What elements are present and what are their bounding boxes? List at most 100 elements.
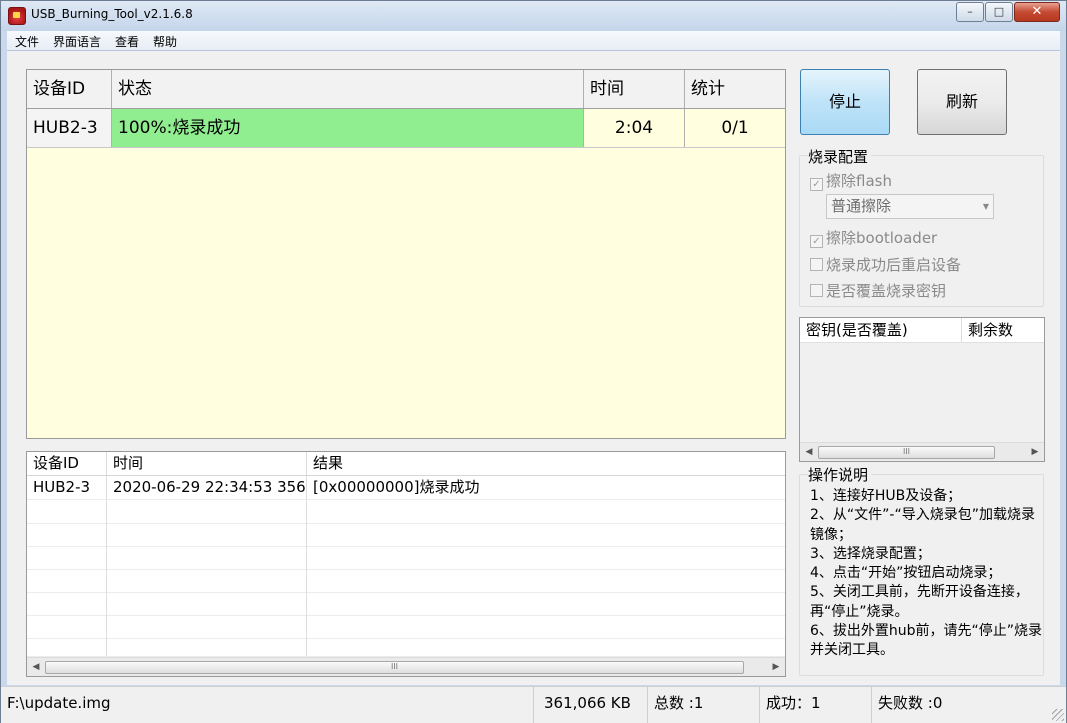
col-device-id[interactable]: 设备ID — [27, 70, 112, 108]
device-id-cell: HUB2-3 — [27, 109, 112, 147]
key-table: 密钥(是否覆盖) 剩余数 ◀ III ▶ — [799, 317, 1045, 462]
log-row-empty — [27, 523, 785, 547]
empty-cell — [107, 592, 307, 615]
help-line: 5、关闭工具前，先断开设备连接，再“停止”烧录。 — [810, 584, 1029, 620]
scroll-thumb[interactable]: III — [818, 446, 995, 459]
empty-cell — [307, 546, 785, 569]
empty-cell — [107, 638, 307, 656]
help-line: 2、从“文件”-“导入烧录包”加载烧录镜像； — [810, 507, 1035, 543]
help-instructions: 1、连接好HUB及设备； 2、从“文件”-“导入烧录包”加载烧录镜像； 3、选择… — [810, 487, 1048, 661]
col-time[interactable]: 时间 — [584, 70, 685, 108]
device-stats-cell: 0/1 — [685, 109, 785, 147]
empty-cell — [107, 500, 307, 523]
help-title: 操作说明 — [808, 464, 872, 485]
col-status[interactable]: 状态 — [112, 70, 584, 108]
empty-cell — [27, 523, 107, 546]
erase-mode-value: 普通擦除 — [831, 197, 892, 215]
key-horizontal-scrollbar[interactable]: ◀ III ▶ — [800, 442, 1044, 461]
menu-view[interactable]: 查看 — [107, 31, 145, 50]
close-button[interactable]: ✕ — [1014, 2, 1060, 22]
overwrite-key-label: 是否覆盖烧录密钥 — [826, 282, 947, 300]
device-time-cell: 2:04 — [584, 109, 685, 147]
scroll-right-arrow-icon[interactable]: ▶ — [1028, 445, 1042, 459]
status-file-size: 361,066 KB — [534, 687, 648, 723]
reboot-after-label: 烧录成功后重启设备 — [826, 256, 962, 274]
scroll-thumb[interactable]: III — [45, 661, 744, 674]
device-row[interactable]: HUB2-3 100%:烧录成功 2:04 0/1 — [27, 109, 785, 148]
scroll-left-arrow-icon[interactable]: ◀ — [29, 660, 43, 674]
empty-cell — [27, 638, 107, 656]
empty-cell — [307, 500, 785, 523]
device-table: 设备ID 状态 时间 统计 HUB2-3 100%:烧录成功 2:04 0/1 — [26, 69, 786, 439]
checkbox-empty-icon — [810, 258, 823, 271]
log-horizontal-scrollbar[interactable]: ◀ III ▶ — [27, 657, 785, 676]
refresh-button[interactable]: 刷新 — [917, 69, 1007, 135]
app-logo-icon — [8, 7, 26, 25]
erase-flash-label: 擦除flash — [826, 172, 892, 190]
reboot-after-checkbox[interactable]: 烧录成功后重启设备 — [810, 254, 961, 275]
device-table-header: 设备ID 状态 时间 统计 — [27, 70, 785, 109]
log-col-result[interactable]: 结果 — [307, 452, 785, 475]
status-total-count: 总数 :1 — [648, 687, 760, 723]
log-row-empty — [27, 592, 785, 616]
log-table-header: 设备ID 时间 结果 — [27, 452, 785, 476]
key-table-header: 密钥(是否覆盖) 剩余数 — [800, 318, 1044, 343]
scroll-right-arrow-icon[interactable]: ▶ — [769, 660, 783, 674]
status-fail-count: 失败数 :0 — [878, 694, 943, 712]
client-area: 设备ID 状态 时间 统计 HUB2-3 100%:烧录成功 2:04 0/1 … — [7, 51, 1060, 685]
minimize-button[interactable]: – — [956, 2, 984, 22]
log-row[interactable]: HUB2-3 2020-06-29 22:34:53 356 [0x000000… — [27, 476, 785, 500]
empty-cell — [307, 638, 785, 656]
status-file-path: F:\update.img — [1, 687, 534, 723]
title-bar[interactable]: USB_Burning_Tool_v2.1.6.8 – □ ✕ — [1, 1, 1066, 31]
status-bar: F:\update.img 361,066 KB 总数 :1 成功：1 失败数 … — [1, 686, 1066, 723]
empty-cell — [107, 615, 307, 638]
device-status-cell: 100%:烧录成功 — [112, 109, 584, 147]
erase-flash-checkbox[interactable]: ✓ 擦除flash — [810, 170, 892, 191]
help-line: 3、选择烧录配置； — [810, 545, 931, 562]
log-col-time[interactable]: 时间 — [107, 452, 307, 475]
empty-cell — [307, 523, 785, 546]
erase-bootloader-label: 擦除bootloader — [826, 229, 938, 247]
empty-cell — [27, 615, 107, 638]
checkbox-checked-icon: ✓ — [810, 235, 823, 248]
log-row-empty — [27, 638, 785, 657]
help-line: 4、点击“开始”按钮启动烧录； — [810, 565, 1002, 582]
log-row-empty — [27, 569, 785, 593]
help-line: 6、拔出外置hub前，请先“停止”烧录并关闭工具。 — [810, 623, 1043, 659]
log-row-empty — [27, 500, 785, 524]
empty-cell — [307, 569, 785, 592]
key-col-remaining[interactable]: 剩余数 — [962, 318, 1044, 342]
log-row-empty — [27, 615, 785, 639]
menu-help[interactable]: 帮助 — [145, 31, 183, 50]
menu-bar: 文件 界面语言 查看 帮助 — [7, 31, 1060, 51]
overwrite-key-checkbox[interactable]: 是否覆盖烧录密钥 — [810, 280, 946, 301]
window-title: USB_Burning_Tool_v2.1.6.8 — [31, 7, 193, 21]
maximize-button[interactable]: □ — [985, 2, 1013, 22]
empty-cell — [107, 523, 307, 546]
resize-grip-icon[interactable] — [1052, 709, 1064, 721]
scroll-left-arrow-icon[interactable]: ◀ — [802, 445, 816, 459]
log-col-device-id[interactable]: 设备ID — [27, 452, 107, 475]
window-controls: – □ ✕ — [955, 2, 1060, 22]
empty-cell — [27, 500, 107, 523]
menu-language[interactable]: 界面语言 — [45, 31, 107, 50]
menu-file[interactable]: 文件 — [7, 31, 45, 50]
chevron-down-icon: ▼ — [982, 202, 989, 211]
empty-cell — [307, 592, 785, 615]
empty-cell — [27, 569, 107, 592]
status-success-count: 成功：1 — [760, 687, 872, 723]
empty-cell — [27, 592, 107, 615]
log-device-id: HUB2-3 — [27, 476, 107, 499]
empty-cell — [307, 615, 785, 638]
help-line: 1、连接好HUB及设备； — [810, 488, 962, 504]
app-window: USB_Burning_Tool_v2.1.6.8 – □ ✕ 文件 界面语言 查看… — [0, 0, 1067, 723]
col-stats[interactable]: 统计 — [685, 70, 785, 108]
log-time: 2020-06-29 22:34:53 356 — [107, 476, 307, 499]
stop-button[interactable]: 停止 — [800, 69, 890, 135]
checkbox-empty-icon — [810, 284, 823, 297]
erase-mode-select[interactable]: 普通擦除 ▼ — [826, 194, 994, 219]
key-col-key[interactable]: 密钥(是否覆盖) — [800, 318, 962, 342]
erase-bootloader-checkbox[interactable]: ✓ 擦除bootloader — [810, 227, 937, 248]
burn-config-title: 烧录配置 — [808, 146, 872, 167]
